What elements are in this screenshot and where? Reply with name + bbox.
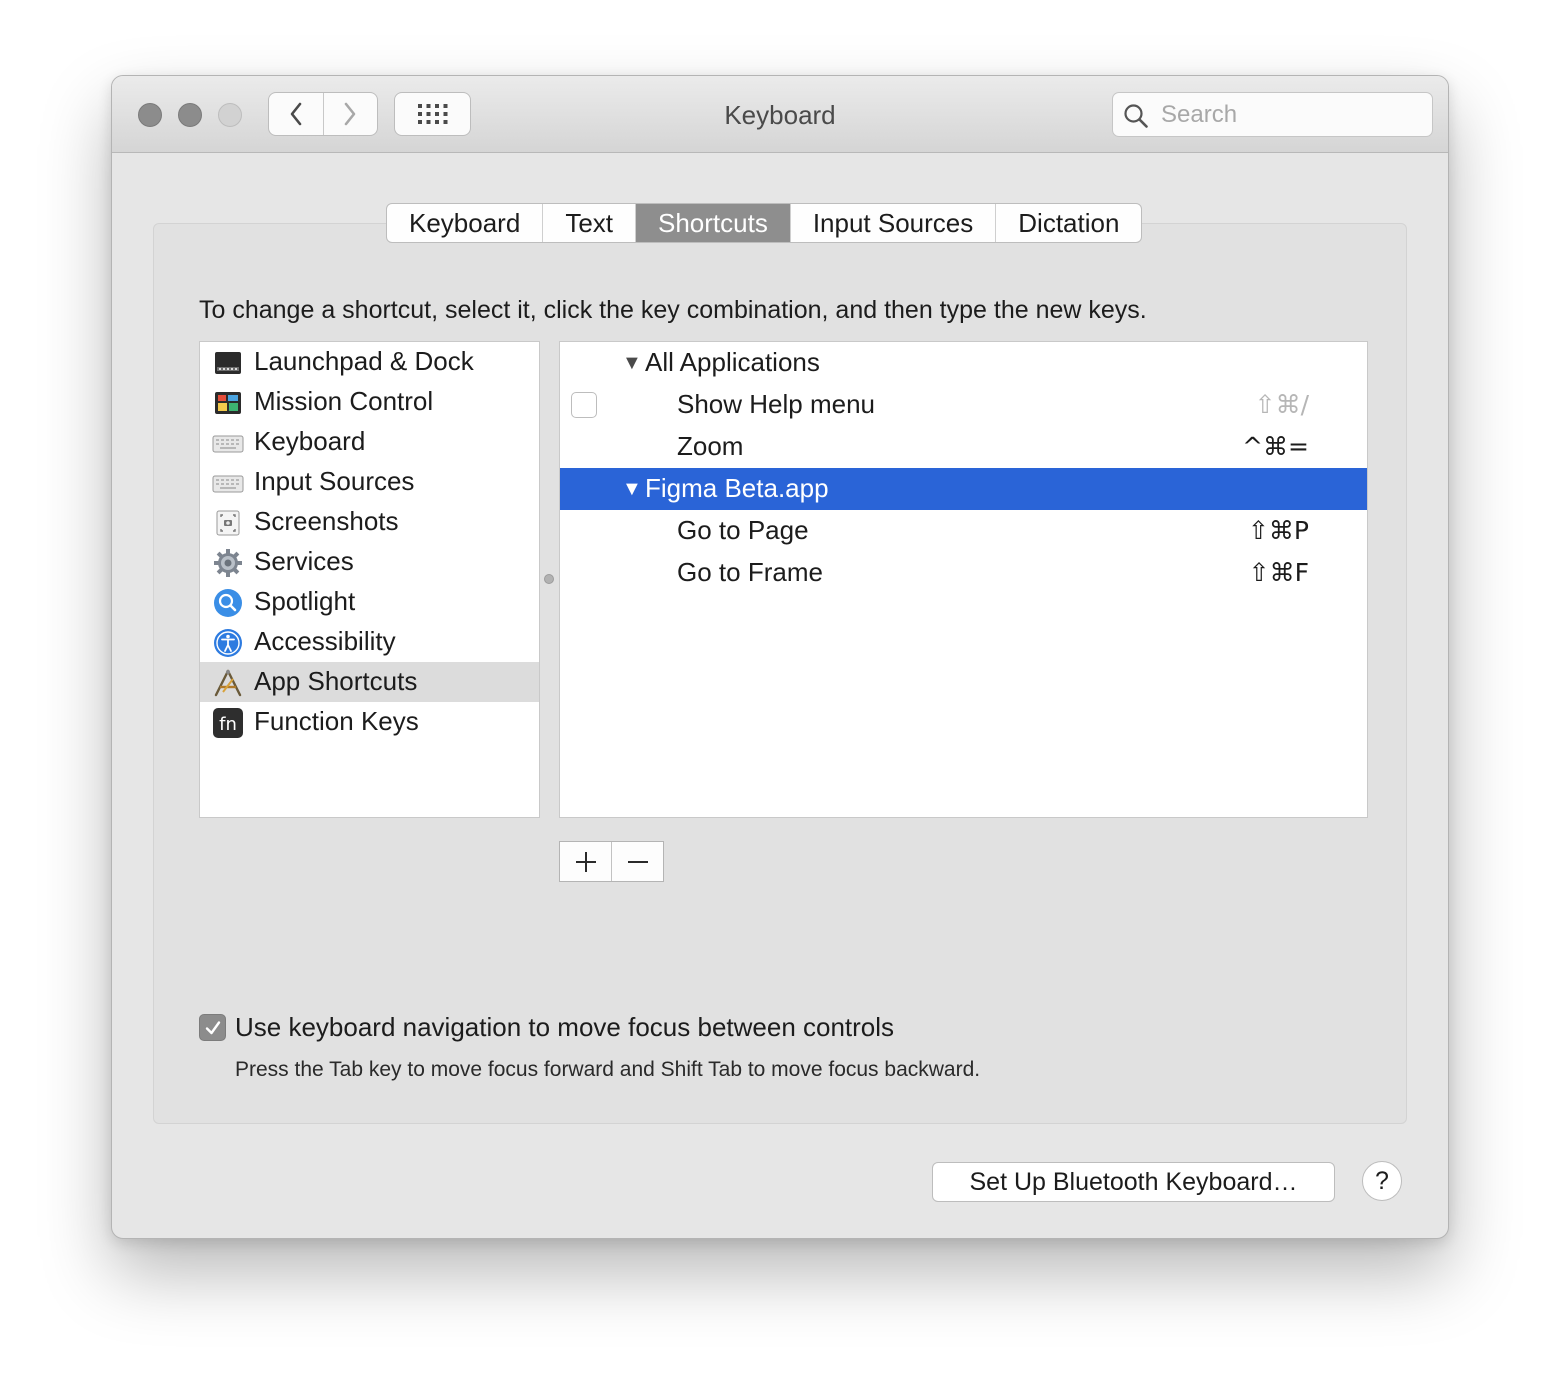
category-launchpad-dock[interactable]: Launchpad & Dock — [200, 342, 539, 382]
category-spotlight[interactable]: Spotlight — [200, 582, 539, 622]
gear-icon — [214, 549, 242, 577]
category-input-sources[interactable]: Input Sources — [200, 462, 539, 502]
shortcut-row[interactable]: Zoom ^⌘= — [560, 426, 1367, 468]
launchpad-dock-icon — [215, 352, 241, 374]
app-shortcuts-icon — [214, 669, 242, 697]
add-shortcut-button[interactable] — [560, 842, 611, 881]
mission-control-icon — [215, 392, 241, 414]
remove-shortcut-button[interactable] — [611, 842, 663, 881]
category-services[interactable]: Services — [200, 542, 539, 582]
keyboard-icon — [212, 435, 244, 453]
search-icon — [1124, 104, 1148, 128]
category-label: Screenshots — [254, 506, 399, 536]
shortcut-name: Show Help menu — [677, 389, 875, 419]
titlebar: Keyboard — [112, 76, 1448, 153]
back-forward-group — [268, 92, 378, 136]
keyboard-navigation-label[interactable]: Use keyboard navigation to move focus be… — [235, 1012, 894, 1043]
chevron-left-icon — [290, 102, 302, 126]
tab-dictation[interactable]: Dictation — [995, 204, 1141, 242]
zoom-window-button[interactable] — [218, 103, 242, 127]
shortcut-row[interactable]: Go to Page ⇧⌘P — [560, 510, 1367, 552]
shortcut-keys[interactable]: ⇧⌘F — [1249, 552, 1309, 594]
disclosure-triangle-icon[interactable]: ▼ — [622, 342, 642, 384]
search-input[interactable] — [1159, 97, 1423, 133]
plus-icon — [575, 851, 596, 872]
checkmark-icon — [205, 1020, 220, 1034]
shortcut-enable-checkbox[interactable] — [571, 392, 597, 418]
screenshot-icon — [216, 510, 240, 536]
category-app-shortcuts[interactable]: App Shortcuts — [200, 662, 539, 702]
category-label: Accessibility — [254, 626, 396, 656]
preferences-window: Keyboard Keyboard Text Shortcuts Input S… — [111, 75, 1449, 1239]
minus-icon — [627, 860, 648, 863]
search-field[interactable] — [1112, 92, 1433, 137]
shortcut-group-figma[interactable]: ▼ Figma Beta.app — [560, 468, 1367, 510]
category-label: Keyboard — [254, 426, 366, 456]
setup-bluetooth-keyboard-button[interactable]: Set Up Bluetooth Keyboard… — [932, 1162, 1335, 1202]
category-label: Input Sources — [254, 466, 415, 496]
back-button[interactable] — [269, 93, 323, 135]
keyboard-navigation-checkbox[interactable] — [199, 1014, 226, 1041]
input-sources-icon — [212, 475, 244, 493]
category-label: Function Keys — [254, 706, 419, 736]
category-keyboard[interactable]: Keyboard — [200, 422, 539, 462]
category-label: Mission Control — [254, 386, 434, 416]
chevron-right-icon — [344, 102, 356, 126]
shortcut-row[interactable]: Go to Frame ⇧⌘F — [560, 552, 1367, 594]
group-label: All Applications — [645, 347, 820, 377]
show-all-button[interactable] — [394, 92, 471, 136]
tab-input-sources[interactable]: Input Sources — [789, 204, 995, 242]
grid-icon — [417, 104, 447, 124]
shortcut-group-all-apps[interactable]: ▼ All Applications — [560, 342, 1367, 384]
close-window-button[interactable] — [138, 103, 162, 127]
fn-key-icon: fn — [213, 708, 243, 738]
add-remove-group — [559, 841, 664, 882]
shortcut-name: Go to Page — [677, 515, 809, 545]
tab-keyboard[interactable]: Keyboard — [387, 204, 542, 242]
category-function-keys[interactable]: fn Function Keys — [200, 702, 539, 742]
tab-text[interactable]: Text — [542, 204, 635, 242]
shortcut-name: Go to Frame — [677, 557, 823, 587]
svg-text:fn: fn — [219, 714, 237, 735]
shortcut-keys[interactable]: ^⌘= — [1242, 426, 1309, 468]
help-button[interactable]: ? — [1362, 1161, 1402, 1201]
shortcut-keys[interactable]: ⇧⌘/ — [1255, 384, 1309, 426]
disclosure-triangle-icon[interactable]: ▼ — [622, 468, 642, 510]
spotlight-icon — [214, 589, 242, 617]
category-list: Launchpad & Dock Mission Control Keyboar… — [199, 341, 540, 818]
shortcut-row[interactable]: Show Help menu ⇧⌘/ — [560, 384, 1367, 426]
minimize-window-button[interactable] — [178, 103, 202, 127]
category-accessibility[interactable]: Accessibility — [200, 622, 539, 662]
shortcut-list: ▼ All Applications Show Help menu ⇧⌘/ Zo… — [559, 341, 1368, 818]
category-screenshots[interactable]: Screenshots — [200, 502, 539, 542]
instruction-text: To change a shortcut, select it, click t… — [199, 296, 1147, 324]
category-label: App Shortcuts — [254, 666, 418, 696]
category-label: Launchpad & Dock — [254, 346, 474, 376]
group-label: Figma Beta.app — [645, 473, 829, 503]
category-label: Services — [254, 546, 354, 576]
shortcut-keys[interactable]: ⇧⌘P — [1248, 510, 1309, 552]
keyboard-navigation-help: Press the Tab key to move focus forward … — [235, 1058, 981, 1081]
tab-bar: Keyboard Text Shortcuts Input Sources Di… — [386, 203, 1143, 243]
category-mission-control[interactable]: Mission Control — [200, 382, 539, 422]
accessibility-icon — [214, 629, 242, 657]
tab-shortcuts[interactable]: Shortcuts — [635, 204, 790, 242]
shortcut-name: Zoom — [677, 431, 744, 461]
split-view-handle[interactable] — [544, 574, 554, 584]
category-label: Spotlight — [254, 586, 356, 616]
forward-button[interactable] — [322, 93, 378, 135]
